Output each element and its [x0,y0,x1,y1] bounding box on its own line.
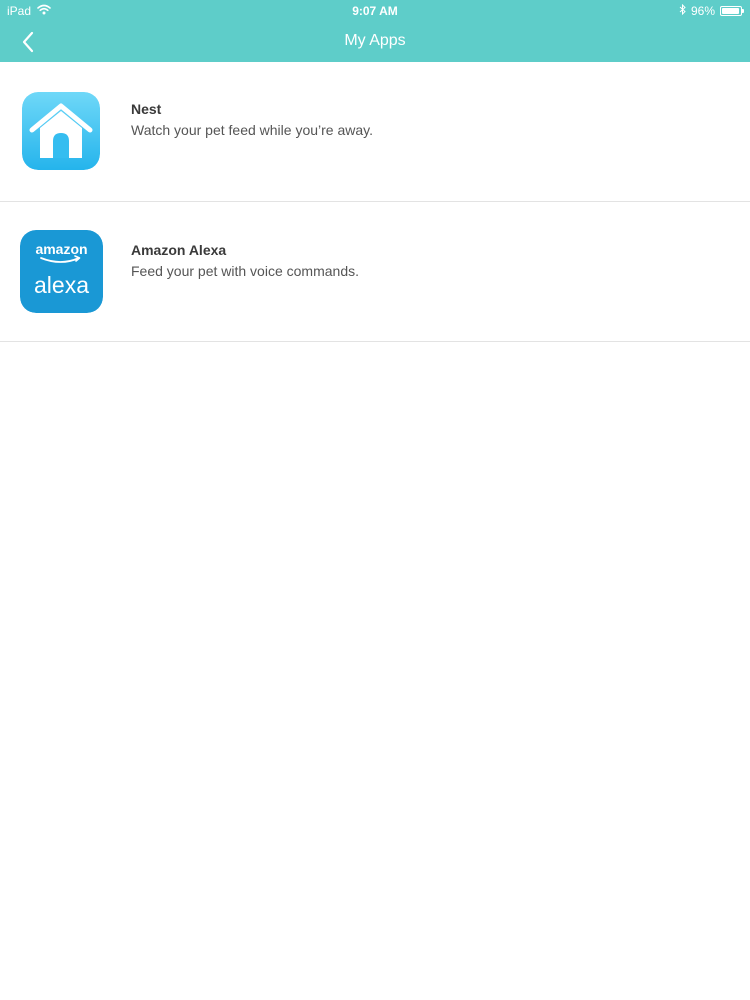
app-name: Amazon Alexa [131,242,227,258]
battery-percent: 96% [690,4,715,18]
battery-level [722,8,739,14]
app-row-amazon-alexa[interactable]: amazon alexa Amazon Alexa Feed your pet … [0,202,750,342]
nav-bar: My Apps [0,22,750,62]
battery-icon [720,6,744,16]
page-title: My Apps [344,32,406,49]
logo-text-amazon: amazon [35,241,87,257]
status-time: 9:07 AM [352,4,398,18]
status-right: 96% [679,3,744,18]
logo-text-alexa: alexa [34,272,89,298]
amazon-alexa-logo: amazon alexa [20,230,103,313]
app-row-nest[interactable]: Nest Watch your pet feed while you’re aw… [0,62,750,202]
app-list: Nest Watch your pet feed while you’re aw… [0,62,750,342]
status-bar: iPad 9:07 AM 96% [0,0,750,22]
header: iPad 9:07 AM 96% My Apps [0,0,750,62]
nest-home-icon [22,92,100,170]
bluetooth-icon [679,3,686,18]
app-description: Watch your pet feed while you’re away. [131,122,374,138]
app-name: Nest [131,101,162,117]
app-description: Feed your pet with voice commands. [131,263,359,279]
